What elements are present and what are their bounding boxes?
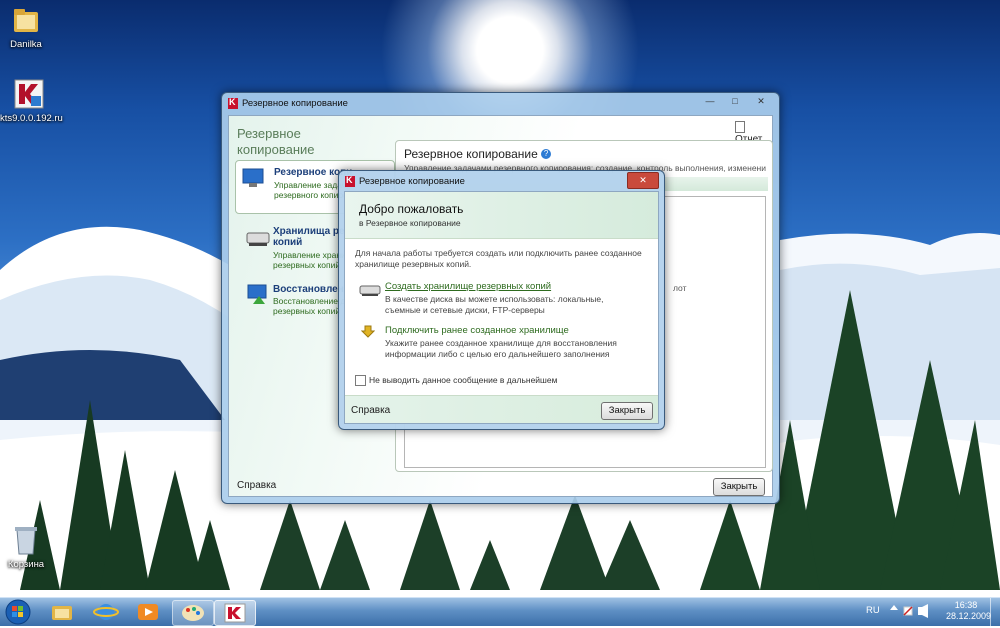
desktop-icon-label: Корзина	[7, 559, 45, 570]
show-desktop-button[interactable]	[990, 598, 1000, 626]
create-storage-link[interactable]: Создать хранилище резервных копий	[385, 281, 551, 292]
help-info-icon[interactable]: ?	[541, 149, 552, 159]
taskbar-explorer[interactable]	[42, 600, 82, 624]
desktop-icon-label: kts9.0.0.192.ru	[0, 113, 63, 124]
media-player-icon	[138, 604, 158, 620]
nav-item-desc: резервных копий	[273, 260, 341, 270]
explorer-icon	[52, 606, 72, 620]
kaspersky-logo-icon	[228, 97, 238, 109]
desktop-icon-recycle-bin[interactable]: Корзина	[0, 522, 52, 570]
dialog-footer: Справка Закрыть	[345, 395, 658, 423]
dialog-subheading: в Резервное копирование	[359, 218, 461, 228]
dialog-heading: Добро пожаловать	[359, 202, 464, 216]
tray-clock[interactable]: 16:38 28.12.2009	[946, 600, 992, 622]
minimize-button[interactable]: —	[698, 94, 722, 109]
restore-icon	[247, 284, 267, 304]
create-storage-description: В качестве диска вы можете использовать:…	[385, 294, 604, 315]
nav-item-desc: Управление храни	[273, 250, 346, 260]
content-title: Резервное копирование ?	[404, 147, 552, 161]
dont-show-checkbox[interactable]	[355, 375, 366, 386]
desktop-icon-label: Danilka	[10, 39, 42, 50]
nav-item-title-2: копий	[273, 237, 303, 248]
dialog-intro: Для начала работы требуется создать или …	[355, 248, 642, 269]
nav-item-desc: Управление задач	[274, 180, 347, 190]
maximize-button[interactable]: □	[723, 94, 747, 109]
main-window-title: Резервное копирование	[242, 98, 348, 109]
tray-icons[interactable]	[888, 604, 936, 618]
main-window-titlebar[interactable]: Резервное копирование — □ ✕	[222, 93, 779, 115]
kaspersky-logo-icon	[345, 175, 355, 187]
taskbar-paint[interactable]	[172, 600, 214, 626]
taskbar: RU 16:38 28.12.2009	[0, 597, 1000, 626]
dialog-body: Добро пожаловать в Резервное копирование…	[344, 191, 659, 424]
folder-icon	[14, 9, 38, 32]
connect-arrow-icon	[361, 325, 375, 338]
nav-item-desc: Восстановление д	[273, 296, 346, 306]
clock-time: 16:38	[954, 600, 978, 610]
content-truncated-text: лот	[673, 283, 687, 293]
main-help-link[interactable]: Справка	[237, 480, 276, 491]
nav-item-title: Восстановлен	[273, 284, 344, 295]
kaspersky-icon	[224, 603, 246, 623]
storage-drive-icon	[359, 285, 381, 296]
taskbar-internet-explorer[interactable]	[86, 600, 126, 624]
dialog-header: Добро пожаловать в Резервное копирование	[345, 192, 658, 239]
welcome-dialog: Резервное копирование ✕ Добро пожаловать…	[338, 170, 665, 430]
main-close-button[interactable]: Закрыть	[713, 478, 765, 496]
header-title: Резервное копирование	[237, 126, 315, 157]
dialog-close-footer-button[interactable]: Закрыть	[601, 402, 653, 420]
desktop-icon-kts[interactable]: kts9.0.0.192.ru	[0, 78, 63, 124]
dont-show-label: Не выводить данное сообщение в дальнейше…	[369, 375, 558, 385]
paint-icon	[182, 605, 204, 621]
taskbar-kaspersky[interactable]	[214, 600, 256, 626]
backup-monitor-icon	[242, 168, 264, 187]
close-button[interactable]: ✕	[748, 94, 774, 109]
connect-storage-link[interactable]: Подключить ранее созданное хранилище	[385, 325, 569, 336]
start-orb-icon[interactable]	[4, 599, 32, 625]
recycle-bin-icon	[15, 527, 37, 555]
connect-storage-description: Укажите ранее созданное хранилище для во…	[385, 338, 617, 359]
language-indicator[interactable]: RU	[866, 605, 880, 616]
desktop-icon-danilka[interactable]: Danilka	[0, 6, 52, 50]
dialog-titlebar[interactable]: Резервное копирование ✕	[339, 171, 664, 193]
dialog-close-button[interactable]: ✕	[627, 172, 659, 189]
report-icon	[735, 121, 745, 133]
storage-drive-icon	[246, 232, 270, 246]
dialog-title: Резервное копирование	[359, 176, 465, 187]
clock-date: 28.12.2009	[946, 611, 992, 621]
taskbar-media-player[interactable]	[128, 600, 168, 624]
internet-explorer-icon	[93, 604, 119, 620]
kaspersky-installer-icon	[14, 79, 44, 109]
nav-item-desc: резервных копий	[273, 306, 341, 316]
dialog-help-link[interactable]: Справка	[351, 405, 390, 416]
